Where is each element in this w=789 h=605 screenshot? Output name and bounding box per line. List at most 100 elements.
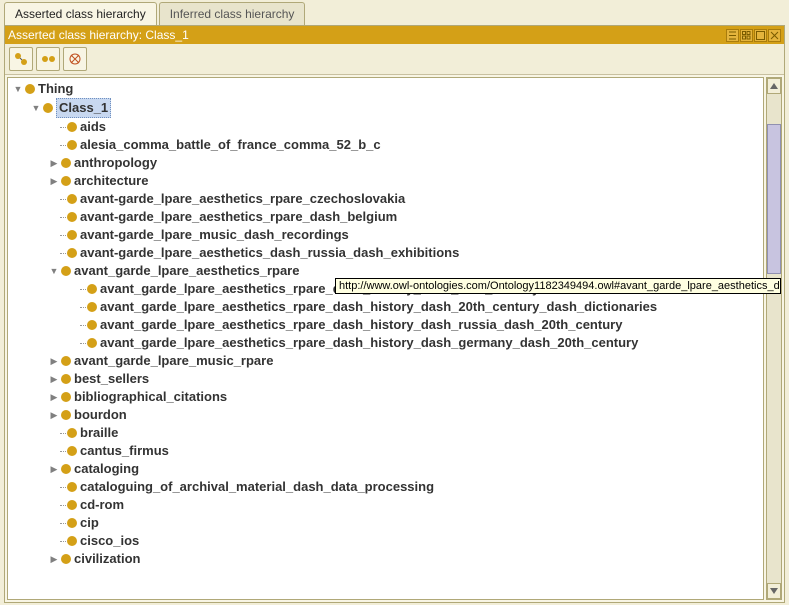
node-label: anthropology (74, 154, 157, 172)
class-icon (61, 176, 71, 186)
tree-node-thing[interactable]: ▼ Thing (8, 80, 763, 98)
node-label: Thing (38, 80, 73, 98)
class-icon (67, 518, 77, 528)
node-label: bourdon (74, 406, 127, 424)
node-label: civilization (74, 550, 140, 568)
add-sibling-button[interactable] (36, 47, 60, 71)
node-label: avant_garde_lpare_aesthetics_rpare_dash_… (100, 298, 657, 316)
vertical-scrollbar[interactable] (766, 77, 782, 600)
tree-node[interactable]: cisco_ios (8, 532, 763, 550)
node-label: avant-garde_lpare_aesthetics_dash_russia… (80, 244, 459, 262)
expand-icon[interactable]: ▶ (48, 352, 60, 370)
tree-node[interactable]: avant-garde_lpare_aesthetics_dash_russia… (8, 244, 763, 262)
tree-node[interactable]: avant_garde_lpare_aesthetics_rpare_dash_… (8, 334, 763, 352)
tree-node[interactable]: cip (8, 514, 763, 532)
node-label: cisco_ios (80, 532, 139, 550)
delete-class-button[interactable] (63, 47, 87, 71)
class-icon (61, 266, 71, 276)
tab-bar: Asserted class hierarchy Inferred class … (0, 0, 789, 25)
expand-icon[interactable]: ▶ (48, 370, 60, 388)
tree-node[interactable]: avant-garde_lpare_aesthetics_rpare_czech… (8, 190, 763, 208)
tree-node[interactable]: ▶ avant_garde_lpare_music_rpare (8, 352, 763, 370)
tree-node[interactable]: cataloguing_of_archival_material_dash_da… (8, 478, 763, 496)
class-tree[interactable]: ▼ Thing ▼ Class_1 aids alesia_comma_batt… (7, 77, 764, 600)
class-icon (67, 428, 77, 438)
class-icon (61, 554, 71, 564)
expand-icon[interactable]: ▶ (48, 154, 60, 172)
class-icon (67, 446, 77, 456)
node-label: braille (80, 424, 118, 442)
class-icon (61, 410, 71, 420)
tree-node[interactable]: ▶ anthropology (8, 154, 763, 172)
expand-icon[interactable]: ▶ (48, 172, 60, 190)
panel-icon-close[interactable] (768, 29, 781, 42)
class-icon (61, 464, 71, 474)
tree-node[interactable]: avant_garde_lpare_aesthetics_rpare_dash_… (8, 298, 763, 316)
expand-icon[interactable]: ▶ (48, 388, 60, 406)
tree-node[interactable]: ▶ bibliographical_citations (8, 388, 763, 406)
class-icon (25, 84, 35, 94)
scroll-track[interactable] (767, 94, 781, 583)
scroll-up-button[interactable] (767, 78, 781, 94)
tab-inferred[interactable]: Inferred class hierarchy (159, 2, 306, 25)
node-label: avant_garde_lpare_aesthetics_rpare_dash_… (100, 316, 622, 334)
tree-node[interactable]: ▶ cataloging (8, 460, 763, 478)
tree-node[interactable]: cd-rom (8, 496, 763, 514)
tree-node-class1[interactable]: ▼ Class_1 (8, 98, 763, 118)
tree-node[interactable]: aids (8, 118, 763, 136)
panel-icon-window[interactable] (754, 29, 767, 42)
panel-icon-grid[interactable] (740, 29, 753, 42)
tab-asserted[interactable]: Asserted class hierarchy (4, 2, 157, 25)
node-label: best_sellers (74, 370, 149, 388)
node-label: cataloging (74, 460, 139, 478)
expand-icon[interactable]: ▶ (48, 460, 60, 478)
toolbar (5, 44, 784, 75)
add-subclass-button[interactable] (9, 47, 33, 71)
class-icon (67, 536, 77, 546)
class-icon (87, 284, 97, 294)
class-icon (87, 302, 97, 312)
collapse-icon[interactable]: ▼ (30, 99, 42, 117)
node-label: alesia_comma_battle_of_france_comma_52_b… (80, 136, 381, 154)
panel-title: Asserted class hierarchy: Class_1 (8, 28, 725, 42)
tree-node[interactable]: ▶ bourdon (8, 406, 763, 424)
tree-node[interactable]: ▶ best_sellers (8, 370, 763, 388)
class-icon (67, 230, 77, 240)
node-label: cd-rom (80, 496, 124, 514)
collapse-icon[interactable]: ▼ (48, 262, 60, 280)
tree-node[interactable]: avant-garde_lpare_music_dash_recordings (8, 226, 763, 244)
class-icon (43, 103, 53, 113)
node-label: aids (80, 118, 106, 136)
class-icon (87, 320, 97, 330)
panel-title-bar: Asserted class hierarchy: Class_1 (5, 26, 784, 44)
scroll-down-button[interactable] (767, 583, 781, 599)
tree-node[interactable]: avant_garde_lpare_aesthetics_rpare_dash_… (8, 316, 763, 334)
expand-icon[interactable]: ▶ (48, 406, 60, 424)
class-icon (67, 482, 77, 492)
expand-icon[interactable]: ▶ (48, 550, 60, 568)
scroll-thumb[interactable] (767, 124, 781, 274)
class-icon (67, 500, 77, 510)
class-icon (61, 356, 71, 366)
tree-node[interactable]: ▶ civilization (8, 550, 763, 568)
class-icon (67, 248, 77, 258)
class-icon (67, 194, 77, 204)
node-label: cip (80, 514, 99, 532)
hierarchy-panel: Asserted class hierarchy: Class_1 ▼ Thin… (4, 25, 785, 603)
node-label: avant_garde_lpare_music_rpare (74, 352, 273, 370)
node-label: architecture (74, 172, 148, 190)
uri-tooltip: http://www.owl-ontologies.com/Ontology11… (335, 278, 781, 294)
tree-node[interactable]: braille (8, 424, 763, 442)
panel-icon-list[interactable] (726, 29, 739, 42)
class-icon (67, 212, 77, 222)
node-label: cantus_firmus (80, 442, 169, 460)
collapse-icon[interactable]: ▼ (12, 80, 24, 98)
tree-node[interactable]: avant-garde_lpare_aesthetics_rpare_dash_… (8, 208, 763, 226)
node-label: bibliographical_citations (74, 388, 227, 406)
tree-node[interactable]: ▶ architecture (8, 172, 763, 190)
node-label: avant_garde_lpare_aesthetics_rpare_dash_… (100, 334, 638, 352)
tree-node[interactable]: alesia_comma_battle_of_france_comma_52_b… (8, 136, 763, 154)
tree-node[interactable]: cantus_firmus (8, 442, 763, 460)
node-label: Class_1 (59, 100, 108, 115)
node-label: cataloguing_of_archival_material_dash_da… (80, 478, 434, 496)
